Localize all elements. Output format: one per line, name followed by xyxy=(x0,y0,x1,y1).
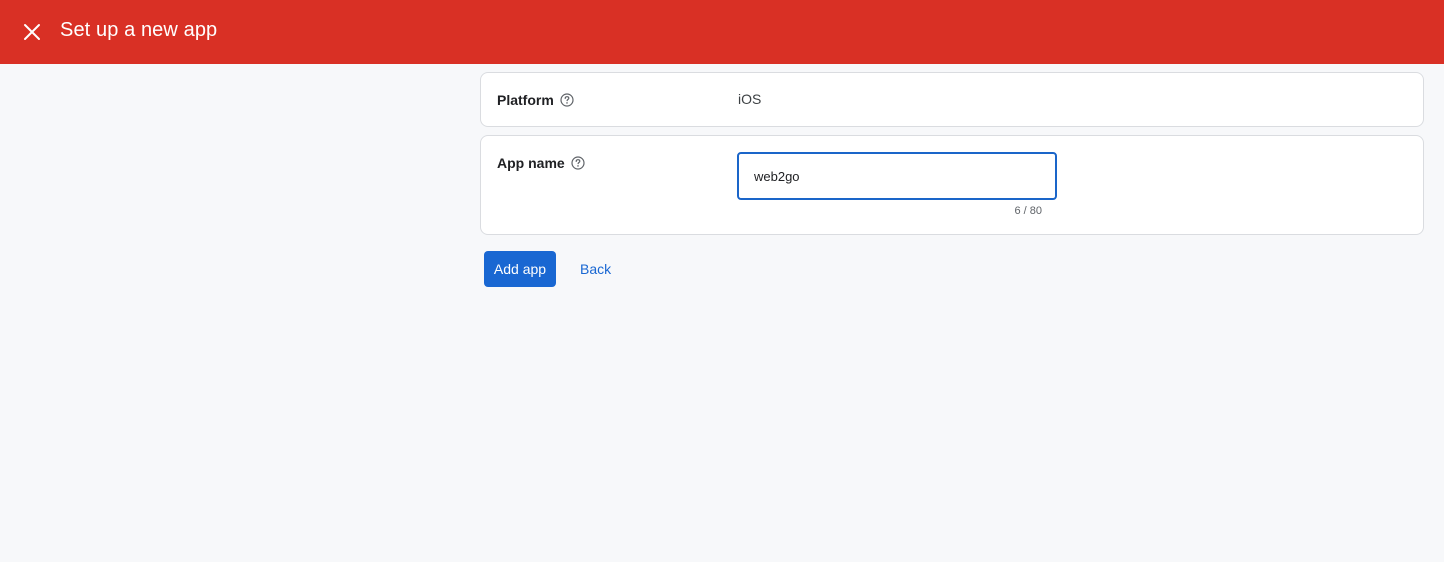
platform-value: iOS xyxy=(738,91,762,107)
close-button[interactable] xyxy=(16,16,48,48)
help-circle-icon[interactable] xyxy=(560,93,574,107)
add-app-button[interactable]: Add app xyxy=(484,251,556,287)
app-name-card: App name 6 / 80 xyxy=(480,135,1424,235)
app-name-input[interactable] xyxy=(737,152,1057,200)
platform-label: Platform xyxy=(497,92,554,108)
close-icon xyxy=(24,24,40,40)
page-title: Set up a new app xyxy=(60,19,218,41)
back-button[interactable]: Back xyxy=(572,251,619,287)
app-name-label-row: App name xyxy=(497,155,585,171)
character-counter: 6 / 80 xyxy=(1014,205,1042,217)
top-app-bar: Set up a new app xyxy=(0,0,1444,64)
platform-label-row: Platform xyxy=(497,92,574,108)
help-circle-icon[interactable] xyxy=(571,156,585,170)
platform-card: Platform iOS xyxy=(480,72,1424,127)
app-name-label: App name xyxy=(497,155,565,171)
